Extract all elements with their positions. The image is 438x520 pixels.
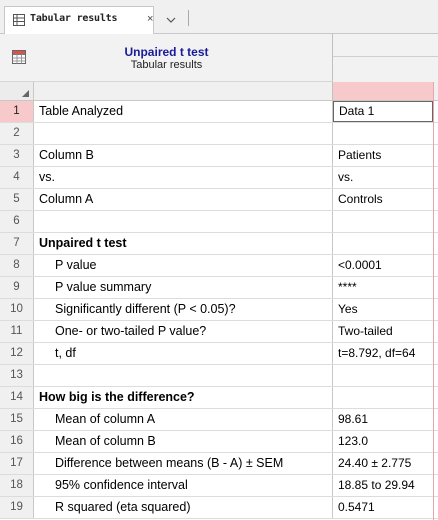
table-row: 6 bbox=[0, 211, 438, 233]
row-label-cell[interactable]: Significantly different (P < 0.05)? bbox=[34, 299, 333, 320]
row-value-cell[interactable]: Yes bbox=[333, 299, 433, 320]
row-number[interactable]: 4 bbox=[0, 167, 34, 188]
tab-bar: Tabular results × bbox=[0, 0, 438, 34]
page-subtitle: Tabular results bbox=[130, 59, 203, 71]
table-row: 16 Mean of column B 123.0 bbox=[0, 431, 438, 453]
row-value-cell[interactable]: 98.61 bbox=[333, 409, 433, 430]
table-row: 5 Column A Controls bbox=[0, 189, 438, 211]
row-value-cell[interactable]: Data 1 bbox=[333, 101, 433, 122]
divider bbox=[188, 10, 189, 26]
row-label-cell[interactable]: Table Analyzed bbox=[34, 101, 333, 122]
row-number[interactable]: 8 bbox=[0, 255, 34, 276]
table-row: 7 Unpaired t test bbox=[0, 233, 438, 255]
table-row: 15 Mean of column A 98.61 bbox=[0, 409, 438, 431]
row-label-cell[interactable]: 95% confidence interval bbox=[34, 475, 333, 496]
table-row: 1 Table Analyzed Data 1 bbox=[0, 101, 438, 123]
row-number[interactable]: 11 bbox=[0, 321, 34, 342]
row-value-cell[interactable]: Patients bbox=[333, 145, 433, 166]
row-number[interactable]: 10 bbox=[0, 299, 34, 320]
row-label-cell[interactable]: One- or two-tailed P value? bbox=[34, 321, 333, 342]
row-number[interactable]: 17 bbox=[0, 453, 34, 474]
row-label-cell[interactable]: How big is the difference? bbox=[34, 387, 333, 408]
row-label-cell[interactable]: Mean of column A bbox=[34, 409, 333, 430]
table-row: 17 Difference between means (B - A) ± SEM… bbox=[0, 453, 438, 475]
table-row: 19 R squared (eta squared) 0.5471 bbox=[0, 497, 438, 519]
row-label-cell[interactable] bbox=[34, 123, 333, 144]
column-header-row bbox=[0, 82, 438, 101]
select-all-corner[interactable] bbox=[0, 82, 34, 100]
row-number[interactable]: 12 bbox=[0, 343, 34, 364]
row-number[interactable]: 18 bbox=[0, 475, 34, 496]
table-row: 11 One- or two-tailed P value? Two-tailed bbox=[0, 321, 438, 343]
row-label-cell[interactable]: t, df bbox=[34, 343, 333, 364]
row-label-cell[interactable]: R squared (eta squared) bbox=[34, 497, 333, 518]
column-header-labels[interactable] bbox=[34, 82, 333, 100]
row-value-cell[interactable]: Controls bbox=[333, 189, 433, 210]
table-row: 12 t, df t=8.792, df=64 bbox=[0, 343, 438, 365]
tab-label: Tabular results bbox=[30, 13, 118, 24]
row-value-cell[interactable] bbox=[333, 387, 433, 408]
row-value-cell[interactable]: 24.40 ± 2.775 bbox=[333, 453, 433, 474]
table-row: 8P value <0.0001 bbox=[0, 255, 438, 277]
table-row: 2 bbox=[0, 123, 438, 145]
row-label-cell[interactable]: Unpaired t test bbox=[34, 233, 333, 254]
row-value-cell[interactable]: <0.0001 bbox=[333, 255, 433, 276]
row-value-cell[interactable]: t=8.792, df=64 bbox=[333, 343, 433, 364]
row-label-cell[interactable]: vs. bbox=[34, 167, 333, 188]
row-number[interactable]: 1 bbox=[0, 101, 34, 122]
table-row: 9P value summary **** bbox=[0, 277, 438, 299]
row-label-cell[interactable] bbox=[34, 211, 333, 232]
row-label-cell[interactable]: P value bbox=[34, 255, 333, 276]
table-row: 14 How big is the difference? bbox=[0, 387, 438, 409]
table-row: 13 bbox=[0, 365, 438, 387]
row-value-cell[interactable]: vs. bbox=[333, 167, 433, 188]
row-value-cell[interactable] bbox=[333, 123, 433, 144]
row-label-cell[interactable]: Difference between means (B - A) ± SEM bbox=[34, 453, 333, 474]
chevron-down-icon[interactable] bbox=[160, 8, 182, 30]
table-row: 3 Column B Patients bbox=[0, 145, 438, 167]
row-number[interactable]: 3 bbox=[0, 145, 34, 166]
results-header: Unpaired t test Tabular results bbox=[0, 34, 333, 82]
row-number[interactable]: 7 bbox=[0, 233, 34, 254]
row-label-cell[interactable]: Column A bbox=[34, 189, 333, 210]
row-value-cell[interactable]: 123.0 bbox=[333, 431, 433, 452]
row-value-cell[interactable]: 0.5471 bbox=[333, 497, 433, 518]
row-number[interactable]: 5 bbox=[0, 189, 34, 210]
table-row: 10 Significantly different (P < 0.05)? Yes bbox=[0, 299, 438, 321]
results-table: 1 Table Analyzed Data 1 2 3 Column B Patients 4… bbox=[0, 101, 438, 519]
results-header-column bbox=[333, 34, 438, 82]
row-label-cell[interactable] bbox=[34, 365, 333, 386]
row-value-cell[interactable] bbox=[333, 365, 433, 386]
column-header-data-1[interactable] bbox=[333, 82, 433, 100]
row-number[interactable]: 16 bbox=[0, 431, 34, 452]
table-row: 18 95% confidence interval 18.85 to 29.94 bbox=[0, 475, 438, 497]
row-value-cell[interactable]: **** bbox=[333, 277, 433, 298]
row-value-cell[interactable]: Two-tailed bbox=[333, 321, 433, 342]
close-icon[interactable]: × bbox=[147, 13, 153, 25]
row-number[interactable]: 14 bbox=[0, 387, 34, 408]
row-value-cell[interactable] bbox=[333, 211, 433, 232]
row-label-cell[interactable]: Mean of column B bbox=[34, 431, 333, 452]
row-value-cell[interactable]: 18.85 to 29.94 bbox=[333, 475, 433, 496]
table-icon bbox=[13, 14, 25, 26]
row-number[interactable]: 15 bbox=[0, 409, 34, 430]
row-number[interactable]: 19 bbox=[0, 497, 34, 518]
row-number[interactable]: 2 bbox=[0, 123, 34, 144]
row-value-cell[interactable] bbox=[333, 233, 433, 254]
row-number[interactable]: 9 bbox=[0, 277, 34, 298]
row-label-cell[interactable]: Column B bbox=[34, 145, 333, 166]
row-number[interactable]: 6 bbox=[0, 211, 34, 232]
row-label-cell[interactable]: P value summary bbox=[34, 277, 333, 298]
page-title: Unpaired t test bbox=[124, 45, 209, 59]
row-number[interactable]: 13 bbox=[0, 365, 34, 386]
tab-tabular-results[interactable]: Tabular results × bbox=[4, 6, 154, 34]
table-row: 4 vs. vs. bbox=[0, 167, 438, 189]
